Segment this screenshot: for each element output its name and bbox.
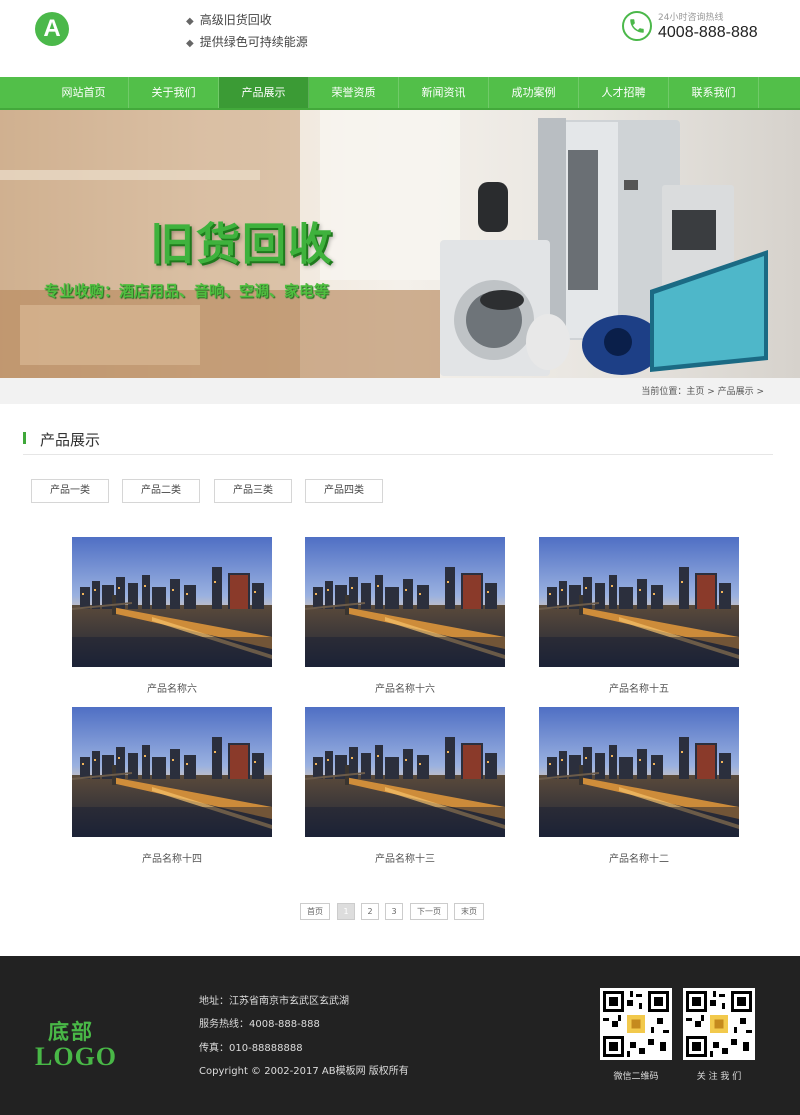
qr-code-icon <box>603 991 669 1057</box>
category-button-1[interactable]: 产品一类 <box>31 479 109 503</box>
header-slogans: ◆ 高级旧货回收 ◆ 提供绿色可持续能源 <box>186 10 308 54</box>
follow-qr-code <box>683 988 755 1060</box>
product-name[interactable]: 产品名称十四 <box>72 850 272 865</box>
product-card[interactable]: 产品名称十三 <box>305 707 505 865</box>
phone-icon <box>622 11 652 41</box>
product-image[interactable] <box>539 707 739 837</box>
product-image[interactable] <box>539 537 739 667</box>
slogan-text: 提供绿色可持续能源 <box>199 35 308 49</box>
category-button-2[interactable]: 产品二类 <box>122 479 200 503</box>
section-divider <box>23 454 773 455</box>
bullet-icon: ◆ <box>186 38 194 49</box>
product-image[interactable] <box>305 707 505 837</box>
product-name[interactable]: 产品名称六 <box>72 680 272 695</box>
site-logo[interactable]: A <box>35 12 69 46</box>
product-name[interactable]: 产品名称十五 <box>539 680 739 695</box>
page-next[interactable]: 下一页 <box>410 903 448 920</box>
page-2[interactable]: 2 <box>361 903 379 920</box>
nav-news[interactable]: 新闻资讯 <box>399 77 489 108</box>
product-card[interactable]: 产品名称十二 <box>539 707 739 865</box>
slogan-text: 高级旧货回收 <box>199 13 272 27</box>
page-3[interactable]: 3 <box>385 903 403 920</box>
nav-home[interactable]: 网站首页 <box>39 77 129 108</box>
section-marker <box>23 432 26 444</box>
nav-honors[interactable]: 荣誉资质 <box>309 77 399 108</box>
breadcrumb: 当前位置：主页 > 产品展示 > <box>641 387 764 397</box>
footer-hotline: 服务热线：4008-888-888 <box>199 1019 320 1030</box>
product-card[interactable]: 产品名称十六 <box>305 537 505 695</box>
category-button-3[interactable]: 产品三类 <box>214 479 292 503</box>
product-name[interactable]: 产品名称十三 <box>305 850 505 865</box>
hotline: 24小时咨询热线 4008-888-888 <box>622 10 792 46</box>
qr-code-icon <box>686 991 752 1057</box>
footer-address: 地址：江苏省南京市玄武区玄武湖 <box>199 996 349 1007</box>
footer-fax: 传真：010-88888888 <box>199 1043 303 1054</box>
product-image[interactable] <box>72 707 272 837</box>
follow-qr-label: 关 注 我 们 <box>696 1072 742 1082</box>
nav-products[interactable]: 产品展示 <box>219 77 309 108</box>
product-card[interactable]: 产品名称十五 <box>539 537 739 695</box>
product-name[interactable]: 产品名称十六 <box>305 680 505 695</box>
banner-title: 旧货回收 <box>150 219 334 270</box>
bullet-icon: ◆ <box>186 16 194 27</box>
slogan-2: ◆ 提供绿色可持续能源 <box>186 32 308 54</box>
nav-contact[interactable]: 联系我们 <box>669 77 759 108</box>
product-card[interactable]: 产品名称六 <box>72 537 272 695</box>
logo-letter: A <box>43 15 61 42</box>
nav-jobs[interactable]: 人才招聘 <box>579 77 669 108</box>
hero-banner: 旧货回收 专业收购：酒店用品、音响、空调、家电等 <box>0 110 800 378</box>
banner-subtitle: 专业收购：酒店用品、音响、空调、家电等 <box>44 282 330 300</box>
site-header: A ◆ 高级旧货回收 ◆ 提供绿色可持续能源 24小时咨询热线 4008-888-8… <box>0 0 800 77</box>
page-1[interactable]: 1 <box>337 903 355 920</box>
hotline-label: 24小时咨询热线 <box>658 13 724 23</box>
slogan-1: ◆ 高级旧货回收 <box>186 10 308 32</box>
footer-copyright: Copyright © 2002-2017 AB模板网 版权所有 <box>199 1066 409 1077</box>
wechat-qr-label: 微信二维码 <box>613 1072 659 1082</box>
wechat-qr-code <box>600 988 672 1060</box>
main-nav: 网站首页 关于我们 产品展示 荣誉资质 新闻资讯 成功案例 人才招聘 联系我们 <box>0 77 800 110</box>
product-image[interactable] <box>305 537 505 667</box>
section-title: 产品展示 <box>40 431 101 449</box>
nav-about[interactable]: 关于我们 <box>129 77 219 108</box>
product-name[interactable]: 产品名称十二 <box>539 850 739 865</box>
footer-logo-line2: LOGO <box>35 1042 118 1071</box>
category-button-4[interactable]: 产品四类 <box>305 479 383 503</box>
site-footer: 底部 LOGO 地址：江苏省南京市玄武区玄武湖 服务热线：4008-888-88… <box>0 956 800 1115</box>
page-last[interactable]: 末页 <box>454 903 484 920</box>
breadcrumb-bar: 当前位置：主页 > 产品展示 > <box>0 378 800 404</box>
hotline-number: 4008-888-888 <box>658 24 758 41</box>
product-image[interactable] <box>72 537 272 667</box>
nav-cases[interactable]: 成功案例 <box>489 77 579 108</box>
banner-scene-image <box>0 110 768 378</box>
page-first[interactable]: 首页 <box>300 903 330 920</box>
product-card[interactable]: 产品名称十四 <box>72 707 272 865</box>
